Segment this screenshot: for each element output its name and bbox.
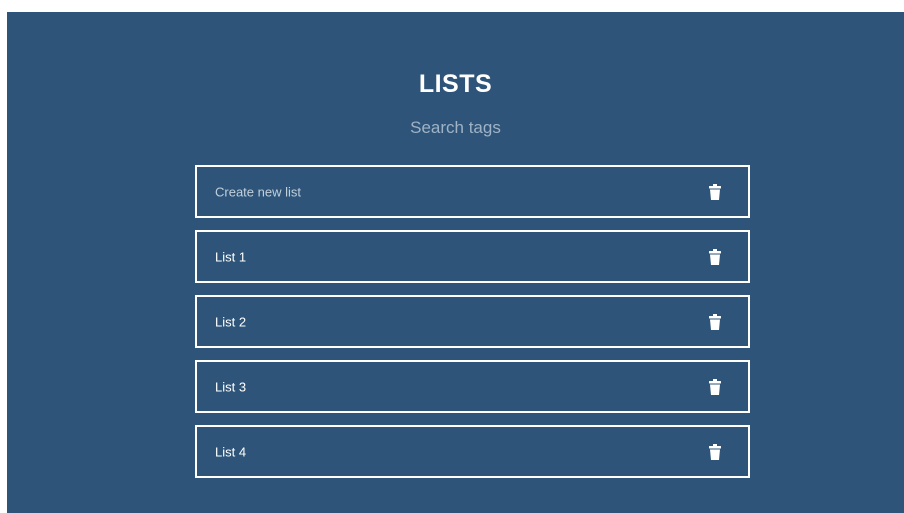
list-item[interactable]: List 1 [195, 230, 750, 283]
list-item-label: List 4 [215, 444, 247, 459]
list-item[interactable]: List 3 [195, 360, 750, 413]
page-title: LISTS [418, 70, 493, 98]
search-tags-field[interactable]: Search tags [7, 118, 904, 138]
list-item-label: List 3 [215, 379, 247, 394]
list-item-label: List 2 [215, 314, 247, 329]
trash-icon[interactable] [709, 443, 721, 460]
trash-icon[interactable] [709, 378, 721, 395]
trash-icon[interactable] [709, 248, 721, 265]
create-new-list-row[interactable]: Create new list [195, 165, 750, 218]
list-item-label: List 1 [215, 249, 247, 264]
lists-container: Create new list List 1 List 2 List 3 Lis… [195, 165, 750, 490]
lists-panel: LISTS Search tags Create new list List 1… [7, 12, 904, 513]
trash-icon[interactable] [709, 183, 721, 200]
list-item[interactable]: List 4 [195, 425, 750, 478]
create-new-list-label: Create new list [215, 184, 301, 199]
trash-icon[interactable] [709, 313, 721, 330]
list-item[interactable]: List 2 [195, 295, 750, 348]
